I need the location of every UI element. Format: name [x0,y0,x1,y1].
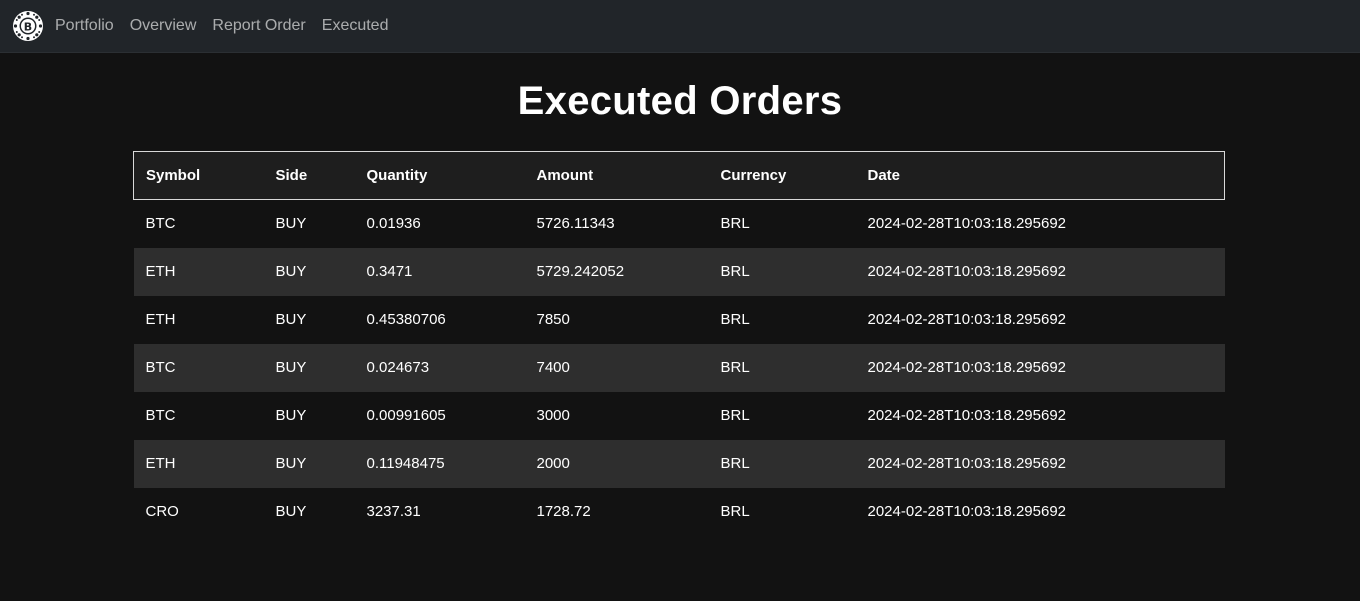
executed-orders-table: Symbol Side Quantity Amount Currency Dat… [133,151,1225,536]
cell-quantity: 0.01936 [366,215,421,233]
table-row: CRO BUY 3237.31 1728.72 BRL 2024-02-28T1… [133,487,1225,536]
column-header-quantity: Quantity [354,151,525,200]
cell-symbol: ETH [145,455,176,472]
nav-link-overview[interactable]: Overview [130,17,197,35]
cell-amount: 3000 [536,407,570,424]
cell-quantity: 0.3471 [366,263,413,280]
cell-currency: BRL [720,455,750,472]
page-title: Executed Orders [517,79,843,123]
cell-currency: BRL [720,311,750,328]
column-header-symbol: Symbol [133,151,264,200]
cell-amount: 7850 [536,311,570,328]
cell-date: 2024-02-28T10:03:18.295692 [867,311,1067,328]
cell-symbol: ETH [145,311,176,328]
cell-currency: BRL [720,503,750,520]
cell-symbol: BTC [145,407,176,424]
cell-date: 2024-02-28T10:03:18.295692 [867,263,1067,280]
cell-quantity: 3237.31 [366,503,421,520]
cell-side: BUY [275,407,307,424]
cell-date: 2024-02-28T10:03:18.295692 [867,407,1067,424]
cell-amount: 7400 [536,359,570,376]
cell-currency: BRL [720,263,750,280]
column-header-amount: Amount [524,151,709,200]
cell-side: BUY [275,263,307,280]
cell-amount: 5726.11343 [536,215,615,233]
cell-quantity: 0.024673 [366,359,430,376]
cell-currency: BRL [720,215,750,233]
cell-symbol: ETH [145,263,176,280]
cell-quantity: 0.45380706 [366,311,446,328]
table-body: BTC BUY 0.01936 5726.11343 BRL 2024-02-2… [133,199,1225,536]
bitcoin-seal-icon[interactable]: B [12,10,44,42]
column-header-side: Side [263,151,355,200]
cell-amount: 5729.242052 [536,263,625,280]
cell-currency: BRL [720,359,750,376]
table-row: BTC BUY 0.00991605 3000 BRL 2024-02-28T1… [133,391,1225,440]
cell-side: BUY [275,455,307,472]
cell-quantity: 0.00991605 [366,407,446,424]
table-row: ETH BUY 0.45380706 7850 BRL 2024-02-28T1… [133,295,1225,344]
table-row: ETH BUY 0.3471 5729.242052 BRL 2024-02-2… [133,247,1225,296]
cell-quantity: 0.11948475 [366,455,445,472]
executed-orders-table-container: Symbol Side Quantity Amount Currency Dat… [133,151,1225,536]
svg-text:B: B [24,21,32,34]
cell-side: BUY [275,215,307,233]
cell-symbol: CRO [145,503,179,520]
top-navbar: B Portfolio Overview Report Order Execut… [0,0,1360,53]
table-row: BTC BUY 0.024673 7400 BRL 2024-02-28T10:… [133,343,1225,392]
nav-link-report-order[interactable]: Report Order [212,17,305,35]
cell-amount: 2000 [536,455,570,472]
cell-side: BUY [275,311,307,328]
table-row: BTC BUY 0.01936 5726.11343 BRL 2024-02-2… [133,199,1225,248]
cell-date: 2024-02-28T10:03:18.295692 [867,215,1067,233]
cell-date: 2024-02-28T10:03:18.295692 [867,455,1067,472]
cell-amount: 1728.72 [536,503,591,520]
table-row: ETH BUY 0.11948475 2000 BRL 2024-02-28T1… [133,439,1225,488]
cell-symbol: BTC [145,215,176,233]
nav-link-executed[interactable]: Executed [322,17,389,35]
column-header-date: Date [855,151,1225,200]
cell-side: BUY [275,359,307,376]
cell-date: 2024-02-28T10:03:18.295692 [867,503,1067,520]
nav-link-portfolio[interactable]: Portfolio [55,17,114,35]
cell-side: BUY [275,503,307,520]
cell-currency: BRL [720,407,750,424]
table-header-row: Symbol Side Quantity Amount Currency Dat… [133,151,1225,200]
cell-date: 2024-02-28T10:03:18.295692 [867,359,1067,376]
column-header-currency: Currency [708,151,856,200]
cell-symbol: BTC [145,359,176,376]
